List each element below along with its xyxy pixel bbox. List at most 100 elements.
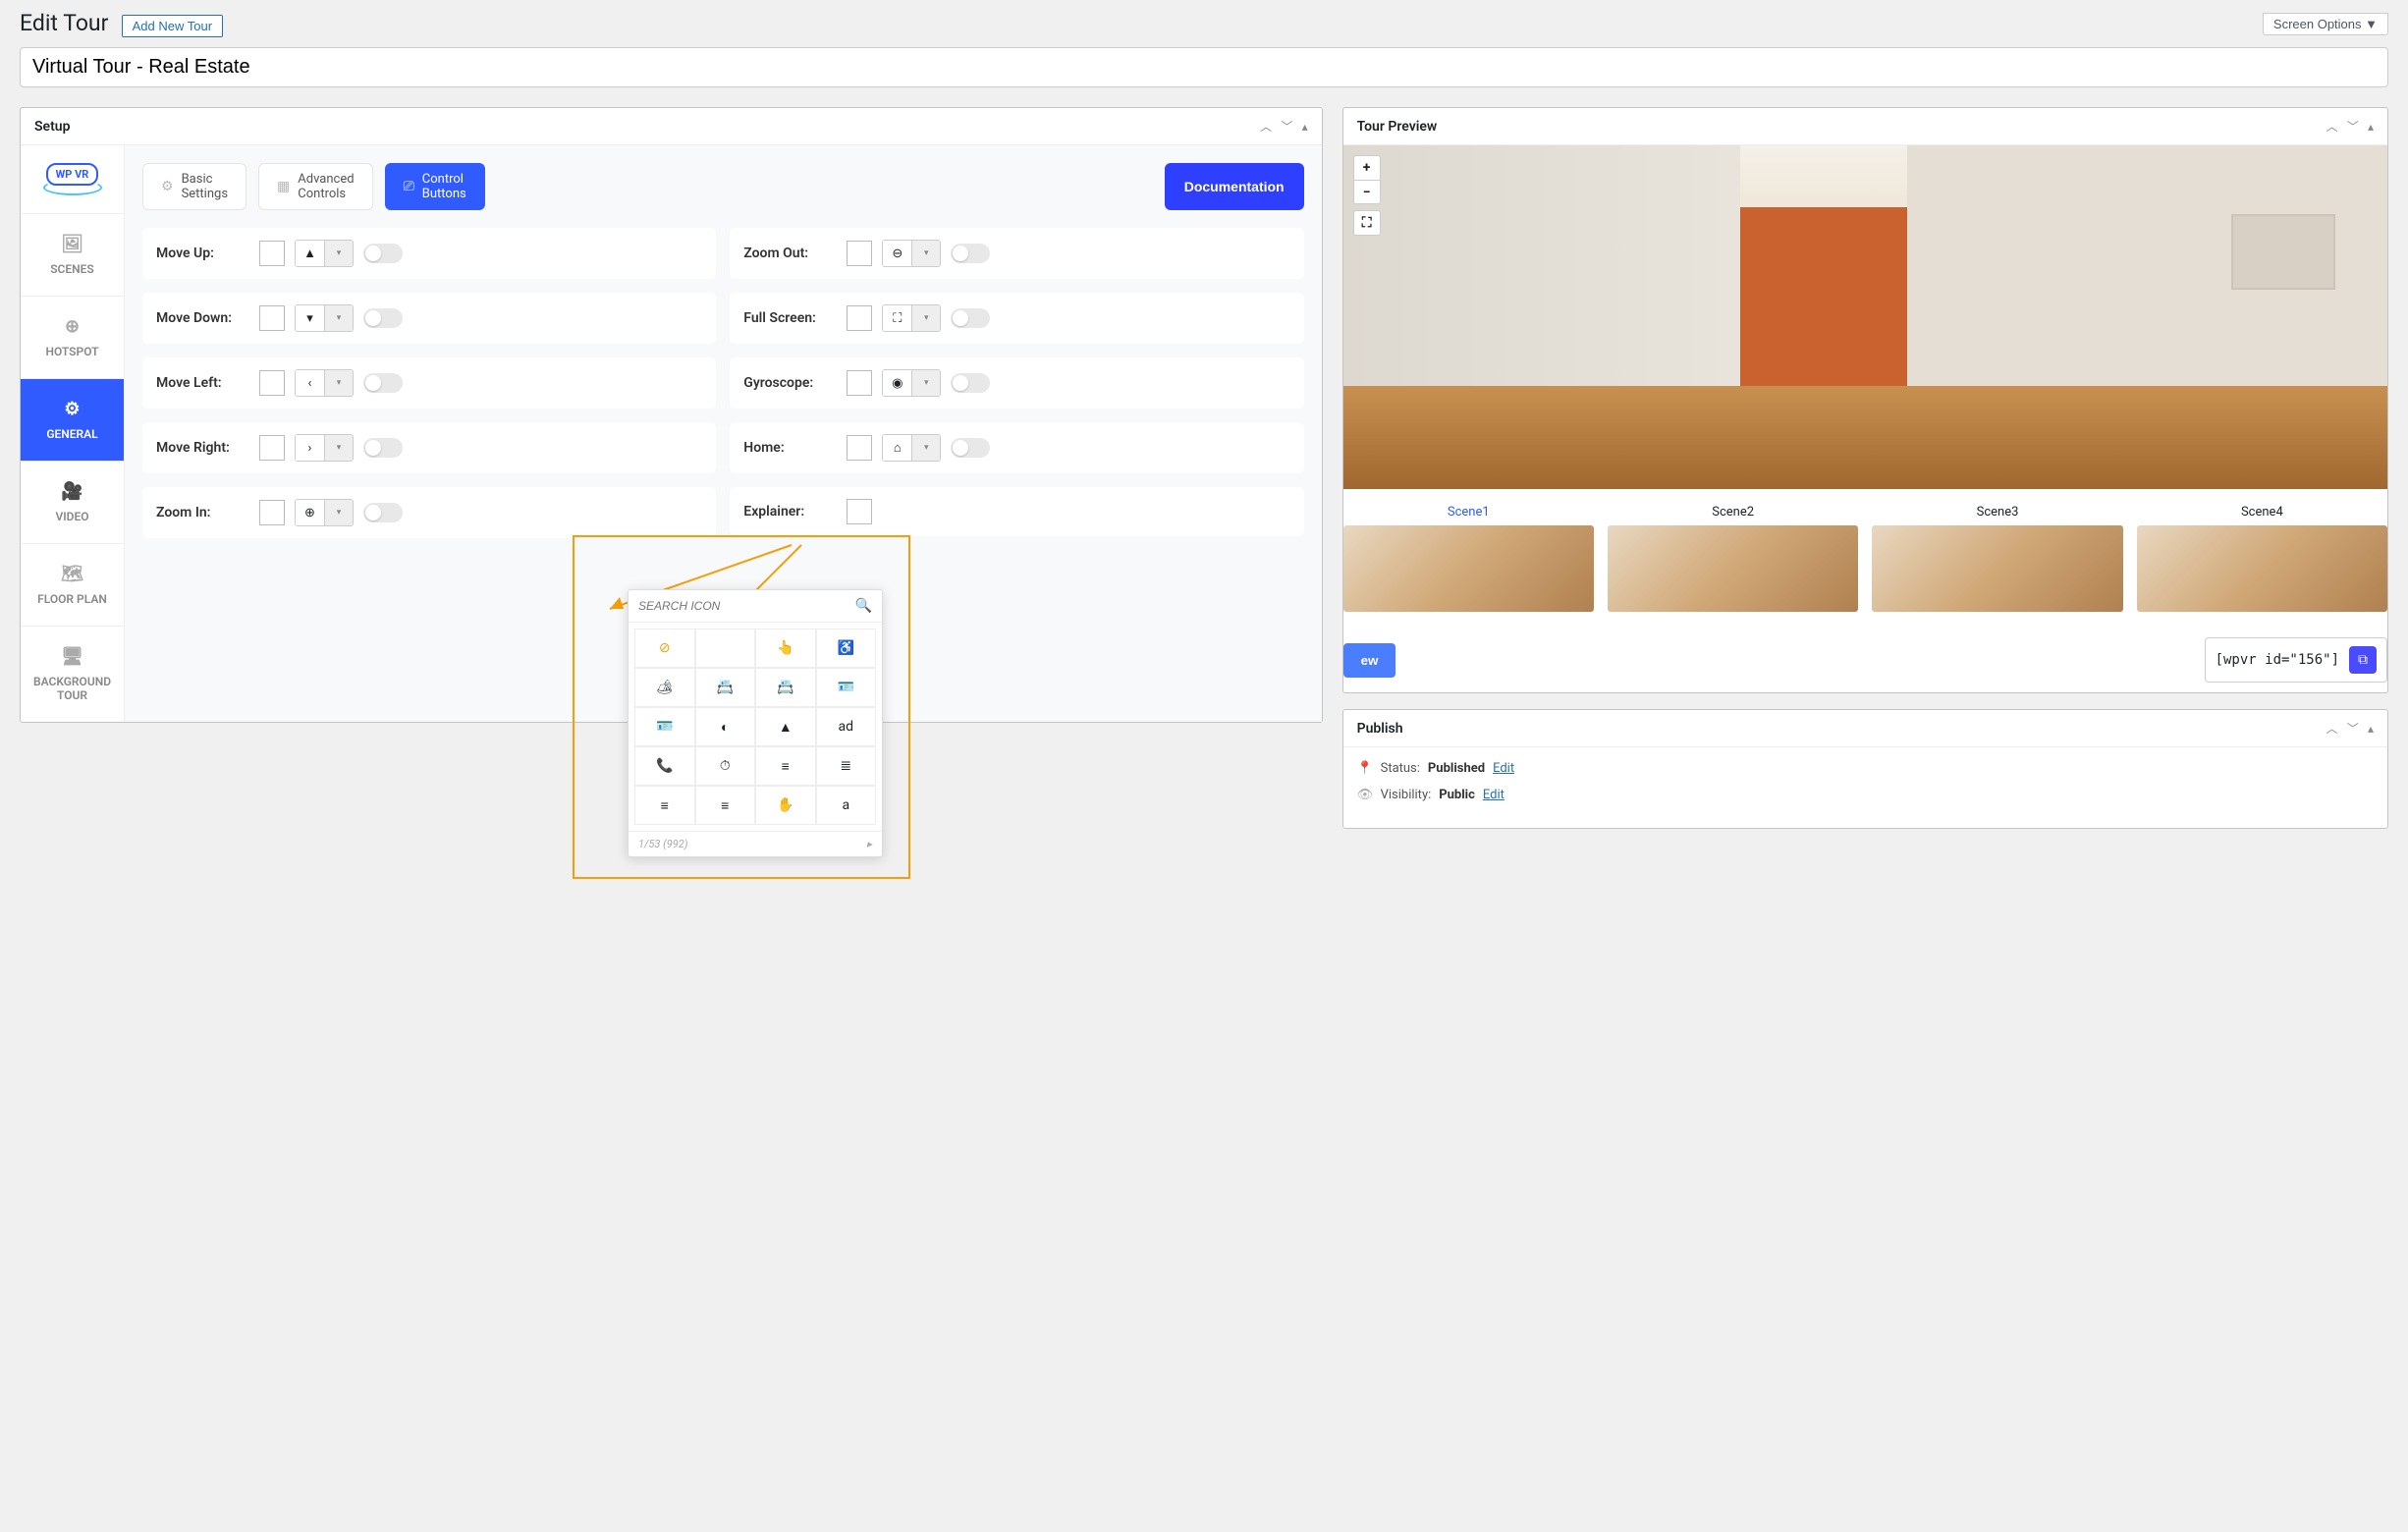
eye-icon: 👁 bbox=[1357, 788, 1373, 802]
chevron-down-icon[interactable]: ▾ bbox=[912, 370, 940, 396]
scene-label[interactable]: Scene3 bbox=[1872, 505, 2122, 520]
icon-option[interactable]: 📞 bbox=[634, 746, 695, 786]
toggle-switch[interactable] bbox=[363, 244, 403, 263]
icon-option[interactable]: ✋ bbox=[755, 786, 816, 825]
icon-option[interactable]: ≣ bbox=[816, 746, 877, 786]
sidebar-item-video[interactable]: 🎥 VIDEO bbox=[21, 462, 124, 544]
toggle-switch[interactable] bbox=[951, 244, 990, 263]
panel-collapse-icon[interactable]: ▴ bbox=[1302, 120, 1308, 134]
toggle-switch[interactable] bbox=[363, 503, 403, 522]
chevron-right-icon[interactable]: › bbox=[296, 435, 325, 461]
icon-search-input[interactable] bbox=[638, 599, 855, 613]
icon-option[interactable]: 🏕 bbox=[634, 668, 695, 707]
panel-down-icon[interactable]: ﹀ bbox=[1281, 120, 1292, 134]
color-picker[interactable] bbox=[847, 241, 872, 266]
icon-option[interactable]: ≡ bbox=[634, 786, 695, 825]
panel-up-icon[interactable]: ︿ bbox=[2326, 120, 2337, 134]
icon-option-accessible[interactable]: ♿ bbox=[816, 629, 877, 668]
scene-thumbnail[interactable] bbox=[2137, 525, 2387, 612]
icon-option[interactable]: ⏱ bbox=[695, 746, 756, 786]
panel-up-icon[interactable]: ︿ bbox=[2326, 722, 2337, 736]
chevron-down-icon[interactable]: ▾ bbox=[912, 435, 940, 461]
icon-option[interactable]: 🪪 bbox=[634, 707, 695, 746]
scene-thumbnail[interactable] bbox=[1608, 525, 1858, 612]
minus-circle-icon[interactable]: ⊖ bbox=[883, 241, 912, 266]
preview-fullscreen-button[interactable]: ⛶ bbox=[1354, 211, 1380, 235]
tour-preview-viewport[interactable]: + − ⛶ bbox=[1343, 145, 2387, 489]
color-picker[interactable] bbox=[847, 305, 872, 331]
pin-icon: 📍 bbox=[1357, 761, 1373, 776]
chevron-down-icon[interactable]: ▾ bbox=[296, 305, 325, 331]
preview-zoom-in-button[interactable]: + bbox=[1354, 156, 1380, 180]
color-picker[interactable] bbox=[259, 435, 285, 461]
preview-zoom-out-button[interactable]: − bbox=[1354, 180, 1380, 203]
add-new-tour-button[interactable]: Add New Tour bbox=[122, 15, 223, 37]
toggle-switch[interactable] bbox=[363, 438, 403, 458]
chevron-down-icon[interactable]: ▾ bbox=[325, 370, 353, 396]
tab-advanced-controls[interactable]: ▦ Advanced Controls bbox=[258, 163, 373, 210]
toggle-switch[interactable] bbox=[363, 308, 403, 328]
sidebar-item-floorplan[interactable]: 🗺 FLOOR PLAN bbox=[21, 544, 124, 627]
icon-option[interactable]: ≡ bbox=[755, 746, 816, 786]
edit-status-link[interactable]: Edit bbox=[1493, 761, 1514, 776]
home-icon[interactable]: ⌂ bbox=[883, 435, 912, 461]
panel-up-icon[interactable]: ︿ bbox=[1260, 120, 1272, 134]
icon-option[interactable]: 🪪 bbox=[816, 668, 877, 707]
toggle-switch[interactable] bbox=[951, 308, 990, 328]
tab-basic-settings[interactable]: ⚙ Basic Settings bbox=[142, 163, 246, 210]
icon-option[interactable]: 📇 bbox=[695, 668, 756, 707]
scene-thumbnail[interactable] bbox=[1343, 525, 1594, 612]
icon-option-ban[interactable]: ⊘ bbox=[634, 629, 695, 668]
tab-control-buttons[interactable]: ⎚ Control Buttons bbox=[385, 163, 485, 210]
sidebar-item-hotspot[interactable]: ⊕ HOTSPOT bbox=[21, 297, 124, 379]
icon-option[interactable]: ◐ bbox=[695, 707, 756, 746]
preview-button[interactable]: ew bbox=[1343, 643, 1396, 678]
sidebar-item-general[interactable]: ⚙ GENERAL bbox=[21, 379, 124, 462]
compass-icon[interactable]: ◉ bbox=[883, 370, 912, 396]
control-gyroscope: Gyroscope: ◉▾ bbox=[730, 357, 1303, 409]
chevron-up-icon[interactable]: ▲ bbox=[296, 241, 325, 266]
chevron-down-icon[interactable]: ▾ bbox=[325, 241, 353, 266]
screen-options-button[interactable]: Screen Options ▼ bbox=[2263, 13, 2388, 35]
chevron-left-icon[interactable]: ‹ bbox=[296, 370, 325, 396]
chevron-down-icon[interactable]: ▾ bbox=[325, 435, 353, 461]
color-picker[interactable] bbox=[847, 435, 872, 461]
color-picker[interactable] bbox=[259, 370, 285, 396]
control-full-screen: Full Screen: ⛶▾ bbox=[730, 293, 1303, 344]
documentation-button[interactable]: Documentation bbox=[1165, 163, 1304, 210]
plus-circle-icon[interactable]: ⊕ bbox=[296, 500, 325, 525]
edit-visibility-link[interactable]: Edit bbox=[1483, 788, 1505, 802]
color-picker[interactable] bbox=[259, 241, 285, 266]
copy-icon[interactable]: ⧉ bbox=[2349, 646, 2377, 674]
next-page-icon[interactable]: ▸ bbox=[866, 838, 872, 850]
color-picker[interactable] bbox=[259, 305, 285, 331]
panel-down-icon[interactable]: ﹀ bbox=[2347, 120, 2359, 134]
toggle-switch[interactable] bbox=[951, 438, 990, 458]
panel-collapse-icon[interactable]: ▴ bbox=[2368, 722, 2374, 736]
sidebar-item-scenes[interactable]: 🖼 SCENES bbox=[21, 214, 124, 297]
chevron-down-icon[interactable]: ▾ bbox=[325, 305, 353, 331]
toggle-switch[interactable] bbox=[363, 373, 403, 393]
scene-label[interactable]: Scene4 bbox=[2137, 505, 2387, 520]
toggle-switch[interactable] bbox=[951, 373, 990, 393]
color-picker[interactable] bbox=[259, 500, 285, 525]
icon-option[interactable]: a bbox=[816, 786, 877, 825]
color-picker[interactable] bbox=[847, 370, 872, 396]
icon-option[interactable]: ▲ bbox=[755, 707, 816, 746]
panel-collapse-icon[interactable]: ▴ bbox=[2368, 120, 2374, 134]
scene-label[interactable]: Scene1 bbox=[1343, 505, 1594, 520]
chevron-down-icon[interactable]: ▾ bbox=[912, 305, 940, 331]
sidebar-item-bgtour[interactable]: 🖥 BACKGROUND TOUR bbox=[21, 627, 124, 722]
icon-option[interactable]: 📇 bbox=[755, 668, 816, 707]
icon-option[interactable]: ad bbox=[816, 707, 877, 746]
tour-title-input[interactable] bbox=[20, 47, 2388, 87]
icon-option-hand[interactable]: 👆 bbox=[755, 629, 816, 668]
color-picker[interactable] bbox=[847, 499, 872, 524]
chevron-down-icon[interactable]: ▾ bbox=[912, 241, 940, 266]
scene-label[interactable]: Scene2 bbox=[1608, 505, 1858, 520]
scene-thumbnail[interactable] bbox=[1872, 525, 2122, 612]
chevron-down-icon[interactable]: ▾ bbox=[325, 500, 353, 525]
icon-option[interactable]: ≡ bbox=[695, 786, 756, 825]
panel-down-icon[interactable]: ﹀ bbox=[2347, 722, 2359, 736]
expand-icon[interactable]: ⛶ bbox=[883, 305, 912, 331]
